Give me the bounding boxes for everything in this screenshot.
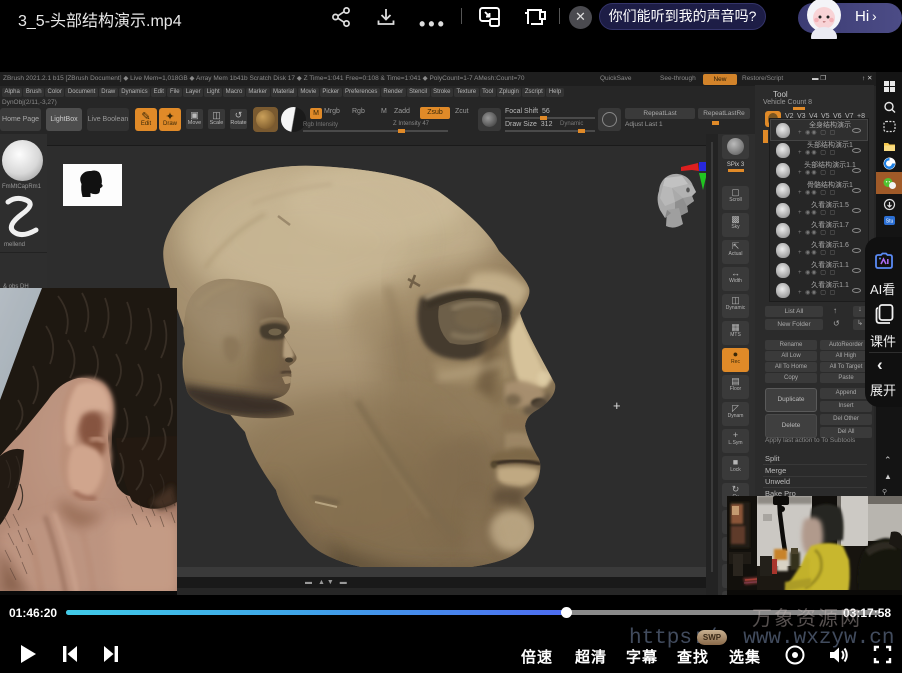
svg-text:Stu: Stu	[886, 219, 894, 225]
